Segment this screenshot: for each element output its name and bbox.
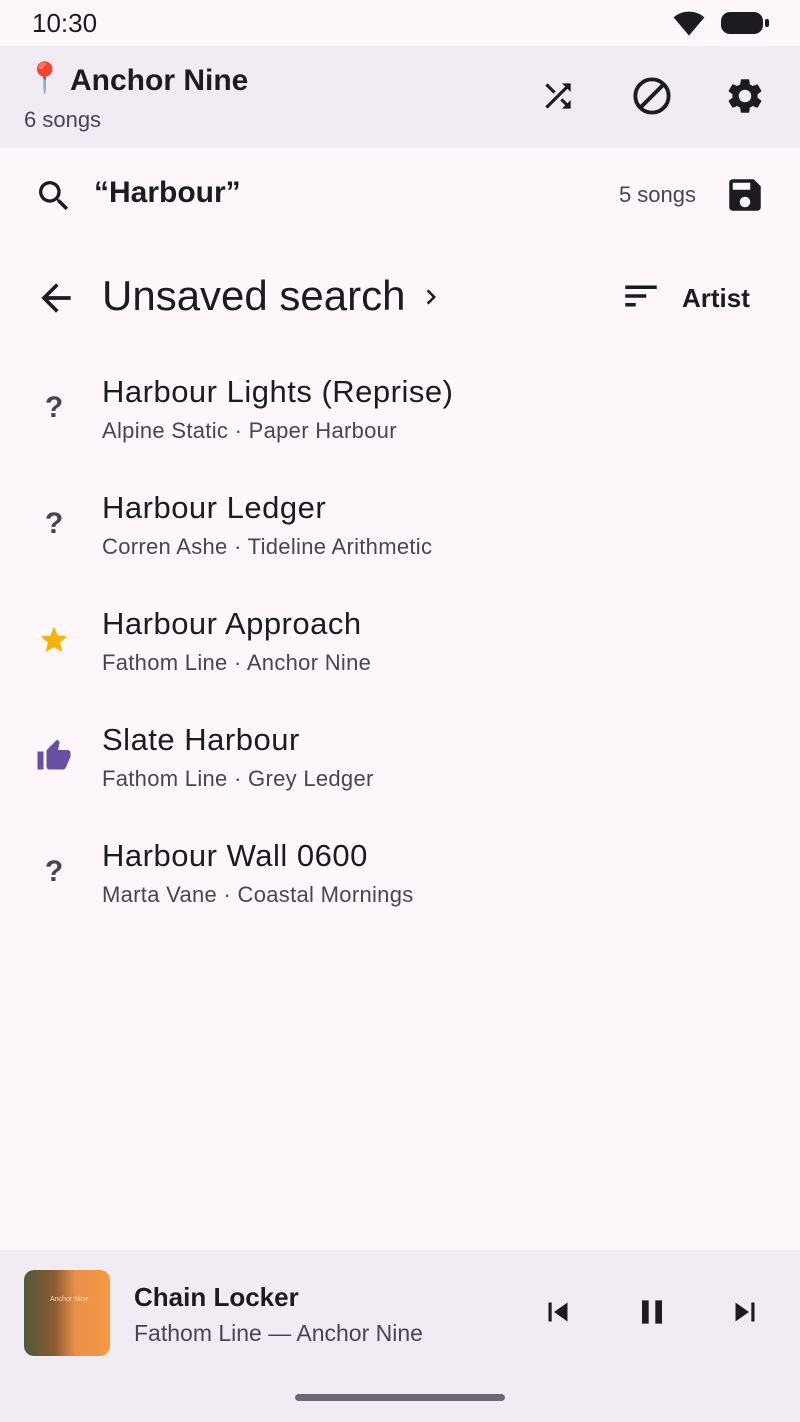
- song-list: ? Harbour Lights (Reprise) Alpine Static…: [0, 352, 800, 932]
- top-app-bar: 📍 Anchor Nine 6 songs: [0, 46, 800, 148]
- star-icon[interactable]: [34, 620, 74, 660]
- settings-button[interactable]: [723, 76, 767, 120]
- sort-button[interactable]: Artist: [620, 276, 750, 320]
- block-button[interactable]: [630, 76, 674, 120]
- now-playing-bar[interactable]: Anchor Nine Chain Locker Fathom Line — A…: [0, 1250, 800, 1422]
- battery-icon: [720, 10, 770, 41]
- status-time: 10:30: [32, 8, 98, 38]
- back-button[interactable]: [34, 276, 78, 320]
- arrow-back-icon: [34, 283, 78, 324]
- song-title: Harbour Lights (Reprise): [102, 374, 454, 409]
- song-row[interactable]: ? Harbour Wall 0600 Marta Vane · Coastal…: [0, 816, 800, 932]
- shuffle-button[interactable]: [536, 76, 580, 120]
- previous-button[interactable]: [536, 1292, 580, 1336]
- song-row[interactable]: Slate Harbour Fathom Line · Grey Ledger: [0, 700, 800, 816]
- song-subtitle: Corren Ashe · Tideline Arithmetic: [102, 534, 433, 559]
- song-title: Harbour Ledger: [102, 490, 327, 525]
- skip-previous-icon: [539, 1293, 577, 1336]
- search-bar[interactable]: “Harbour” 5 songs: [0, 148, 800, 244]
- chevron-right-icon[interactable]: [416, 282, 446, 312]
- song-title: Slate Harbour: [102, 722, 300, 757]
- song-title: Harbour Approach: [102, 606, 362, 641]
- playlist-title: Anchor Nine: [70, 64, 249, 97]
- album-art[interactable]: Anchor Nine: [24, 1270, 110, 1356]
- song-subtitle: Fathom Line · Grey Ledger: [102, 766, 374, 791]
- save-icon: [724, 179, 766, 220]
- song-subtitle: Fathom Line · Anchor Nine: [102, 650, 372, 675]
- song-row[interactable]: ? Harbour Ledger Corren Ashe · Tideline …: [0, 468, 800, 584]
- gear-icon: [724, 75, 766, 122]
- block-icon: [631, 75, 673, 122]
- unrated-icon[interactable]: ?: [34, 504, 74, 544]
- search-icon: [34, 176, 74, 221]
- song-subtitle: Alpine Static · Paper Harbour: [102, 418, 397, 443]
- unrated-icon[interactable]: ?: [34, 852, 74, 892]
- shuffle-icon: [539, 77, 577, 120]
- page-title[interactable]: Unsaved search: [102, 272, 406, 320]
- song-subtitle: Marta Vane · Coastal Mornings: [102, 882, 414, 907]
- list-header: Unsaved search Artist: [0, 254, 800, 340]
- now-playing-title: Chain Locker: [134, 1282, 299, 1312]
- status-icons: [672, 9, 770, 42]
- save-search-button[interactable]: [724, 174, 766, 216]
- playlist-song-count: 6 songs: [24, 107, 102, 132]
- song-title: Harbour Wall 0600: [102, 838, 368, 873]
- next-button[interactable]: [723, 1292, 767, 1336]
- search-result-count: 5 songs: [618, 182, 696, 207]
- pause-button[interactable]: [630, 1292, 674, 1336]
- unrated-icon[interactable]: ?: [34, 388, 74, 428]
- home-indicator[interactable]: [295, 1394, 505, 1401]
- now-playing-subtitle: Fathom Line — Anchor Nine: [134, 1320, 423, 1346]
- song-row[interactable]: Harbour Approach Fathom Line · Anchor Ni…: [0, 584, 800, 700]
- location-pin-icon: 📍: [26, 62, 64, 95]
- skip-next-icon: [726, 1293, 764, 1336]
- sort-icon: [620, 275, 662, 322]
- song-row[interactable]: ? Harbour Lights (Reprise) Alpine Static…: [0, 352, 800, 468]
- thumbs-up-icon[interactable]: [34, 736, 74, 776]
- album-art-text: Anchor Nine: [50, 1296, 89, 1303]
- status-bar: 10:30: [0, 0, 800, 46]
- wifi-icon: [672, 9, 706, 42]
- search-query: “Harbour”: [94, 176, 241, 209]
- pause-icon: [632, 1292, 672, 1337]
- sort-label: Artist: [682, 282, 750, 313]
